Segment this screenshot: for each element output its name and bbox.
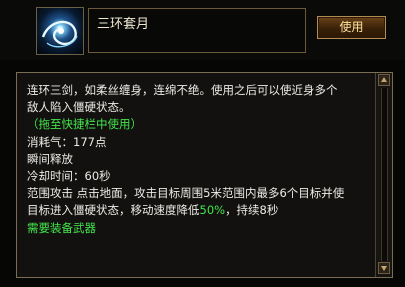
- skill-description-panel: 连环三剑，如柔丝缠身，连绵不绝。使用之后可以使近身多个 敌人陷入僵硬状态。 （拖…: [16, 72, 393, 278]
- slow-percentage: 50%: [199, 203, 226, 218]
- description-line-1: 连环三剑，如柔丝缠身，连绵不绝。使用之后可以使近身多个: [27, 83, 338, 97]
- scroll-down-arrow-icon[interactable]: [378, 262, 390, 274]
- description-line-2: 敌人陷入僵硬状态。: [27, 100, 131, 115]
- effect-line-1: 范围攻击 点击地面，攻击目标周围5米范围内最多6个目标并使: [27, 186, 345, 201]
- effect-line-2: 目标进入僵硬状态，移动速度降低50%，持续8秒: [27, 202, 375, 219]
- skill-name-box: 三环套月: [88, 8, 306, 53]
- effect-line-2-suffix: ，持续8秒: [225, 203, 279, 218]
- effect-line-2-prefix: 目标进入僵硬状态，移动速度降低: [27, 203, 200, 218]
- energy-cost: 消耗气：177点: [27, 134, 107, 149]
- cast-type: 瞬间释放: [27, 151, 73, 166]
- scroll-up-arrow-icon[interactable]: [378, 74, 390, 86]
- description-scrollbar[interactable]: [375, 73, 392, 277]
- drag-hint: （拖至快捷栏中使用）: [27, 117, 142, 132]
- scroll-track[interactable]: [381, 88, 388, 261]
- skill-name: 三环套月: [97, 17, 150, 32]
- cooldown-text: 冷却时间：60秒: [27, 169, 111, 184]
- skill-header-panel: 三环套月 使用: [0, 0, 405, 60]
- weapon-requirement: 需要装备武器: [27, 220, 96, 235]
- spiral-icon: [41, 20, 78, 48]
- use-button[interactable]: 使用: [317, 16, 386, 39]
- description-text: 连环三剑，如柔丝缠身，连绵不绝。使用之后可以使近身多个 敌人陷入僵硬状态。 （拖…: [27, 82, 375, 237]
- skill-icon: [36, 7, 84, 55]
